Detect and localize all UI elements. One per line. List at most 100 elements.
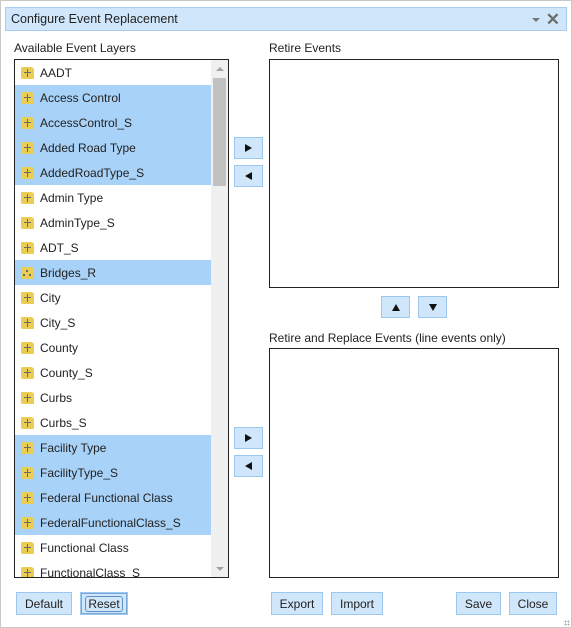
available-layers-label: Available Event Layers <box>14 41 136 55</box>
close-icon[interactable]: ✕ <box>546 11 560 28</box>
line-layer-icon <box>21 241 34 254</box>
replace-events-list[interactable] <box>269 348 559 578</box>
remove-from-replace-button[interactable] <box>234 455 263 477</box>
line-layer-icon <box>21 91 34 104</box>
list-item[interactable]: City <box>15 285 211 310</box>
line-layer-icon <box>21 116 34 129</box>
scroll-up-icon <box>215 66 224 71</box>
list-scrollbar[interactable] <box>211 60 228 577</box>
list-item[interactable]: Admin Type <box>15 185 211 210</box>
list-item-label: Admin Type <box>40 190 104 205</box>
arrow-right-icon <box>245 434 252 442</box>
default-button[interactable]: Default <box>16 592 72 615</box>
line-layer-icon <box>21 316 34 329</box>
list-item[interactable]: AADT <box>15 60 211 85</box>
line-layer-icon <box>21 216 34 229</box>
reset-button-label: Reset <box>85 595 123 612</box>
save-button[interactable]: Save <box>456 592 501 615</box>
list-item[interactable]: Federal Functional Class <box>15 485 211 510</box>
move-down-button[interactable] <box>418 296 447 318</box>
default-button-label: Default <box>24 596 64 611</box>
list-item-label: AccessControl_S <box>40 115 133 130</box>
list-item[interactable]: Bridges_R <box>15 260 211 285</box>
resize-grip[interactable] <box>564 620 570 626</box>
export-button-label: Export <box>279 596 315 611</box>
list-item[interactable]: FacilityType_S <box>15 460 211 485</box>
replace-events-label: Retire and Replace Events (line events o… <box>269 331 506 345</box>
chevron-down-icon[interactable] <box>531 17 540 22</box>
list-item[interactable]: Access Control <box>15 85 211 110</box>
list-item[interactable]: AdminType_S <box>15 210 211 235</box>
dialog-title: Configure Event Replacement <box>11 12 178 26</box>
list-item-label: Curbs_S <box>40 415 87 430</box>
line-layer-icon <box>21 391 34 404</box>
reset-button[interactable]: Reset <box>80 592 128 615</box>
available-layers-list[interactable]: AADT Access Control AccessControl_S Added R… <box>14 59 229 578</box>
arrow-up-icon <box>391 303 400 311</box>
line-layer-icon <box>21 141 34 154</box>
list-item[interactable]: AddedRoadType_S <box>15 160 211 185</box>
list-item[interactable]: AccessControl_S <box>15 110 211 135</box>
list-item-label: Facility Type <box>40 440 107 455</box>
scroll-thumb[interactable] <box>213 78 226 186</box>
list-item[interactable]: Functional Class <box>15 535 211 560</box>
list-item-label: FederalFunctionalClass_S <box>40 515 181 530</box>
line-layer-icon <box>21 441 34 454</box>
list-item[interactable]: FederalFunctionalClass_S <box>15 510 211 535</box>
list-item-label: Bridges_R <box>40 265 97 280</box>
arrow-down-icon <box>428 303 437 311</box>
list-item[interactable]: County <box>15 335 211 360</box>
list-item[interactable]: Curbs <box>15 385 211 410</box>
list-item-label: Functional Class <box>40 540 129 555</box>
scroll-up-button[interactable] <box>211 60 228 77</box>
line-layer-icon <box>21 291 34 304</box>
line-layer-icon <box>21 466 34 479</box>
list-item-label: Access Control <box>40 90 121 105</box>
dialog-titlebar[interactable]: Configure Event Replacement ✕ <box>5 7 567 31</box>
list-item[interactable]: County_S <box>15 360 211 385</box>
close-button-label: Close <box>517 596 549 611</box>
line-layer-icon <box>21 166 34 179</box>
import-button-label: Import <box>339 596 374 611</box>
list-item[interactable]: FunctionalClass_S <box>15 560 211 577</box>
list-item-label: City_S <box>40 315 76 330</box>
list-item[interactable]: Facility Type <box>15 435 211 460</box>
retire-events-list[interactable] <box>269 59 559 288</box>
list-item-label: Federal Functional Class <box>40 490 173 505</box>
line-layer-icon <box>21 366 34 379</box>
add-to-retire-button[interactable] <box>234 137 263 159</box>
available-layers-items: AADT Access Control AccessControl_S Added R… <box>15 60 211 577</box>
add-to-replace-button[interactable] <box>234 427 263 449</box>
export-button[interactable]: Export <box>271 592 323 615</box>
close-button[interactable]: Close <box>509 592 557 615</box>
list-item-label: AdminType_S <box>40 215 115 230</box>
list-item[interactable]: ADT_S <box>15 235 211 260</box>
list-item[interactable]: City_S <box>15 310 211 335</box>
retire-events-label: Retire Events <box>269 41 342 55</box>
list-item[interactable]: Curbs_S <box>15 410 211 435</box>
list-item-label: FacilityType_S <box>40 465 119 480</box>
line-layer-icon <box>21 541 34 554</box>
scroll-down-button[interactable] <box>211 560 228 577</box>
list-item-label: AddedRoadType_S <box>40 165 145 180</box>
list-item[interactable]: Added Road Type <box>15 135 211 160</box>
arrow-left-icon <box>245 172 252 180</box>
list-item-label: County_S <box>40 365 93 380</box>
configure-event-replacement-dialog: Configure Event Replacement ✕ Available … <box>0 0 572 628</box>
list-item-label: City <box>40 290 61 305</box>
line-layer-icon <box>21 341 34 354</box>
save-button-label: Save <box>464 596 493 611</box>
list-item-label: ADT_S <box>40 240 79 255</box>
list-item-label: AADT <box>40 65 73 80</box>
line-layer-icon <box>21 191 34 204</box>
line-layer-icon <box>21 566 34 577</box>
remove-from-retire-button[interactable] <box>234 165 263 187</box>
line-layer-icon <box>21 491 34 504</box>
list-item-label: Curbs <box>40 390 73 405</box>
point-layer-icon <box>21 266 34 279</box>
arrow-right-icon <box>245 144 252 152</box>
line-layer-icon <box>21 416 34 429</box>
move-up-button[interactable] <box>381 296 410 318</box>
import-button[interactable]: Import <box>331 592 383 615</box>
scroll-down-icon <box>215 566 224 571</box>
